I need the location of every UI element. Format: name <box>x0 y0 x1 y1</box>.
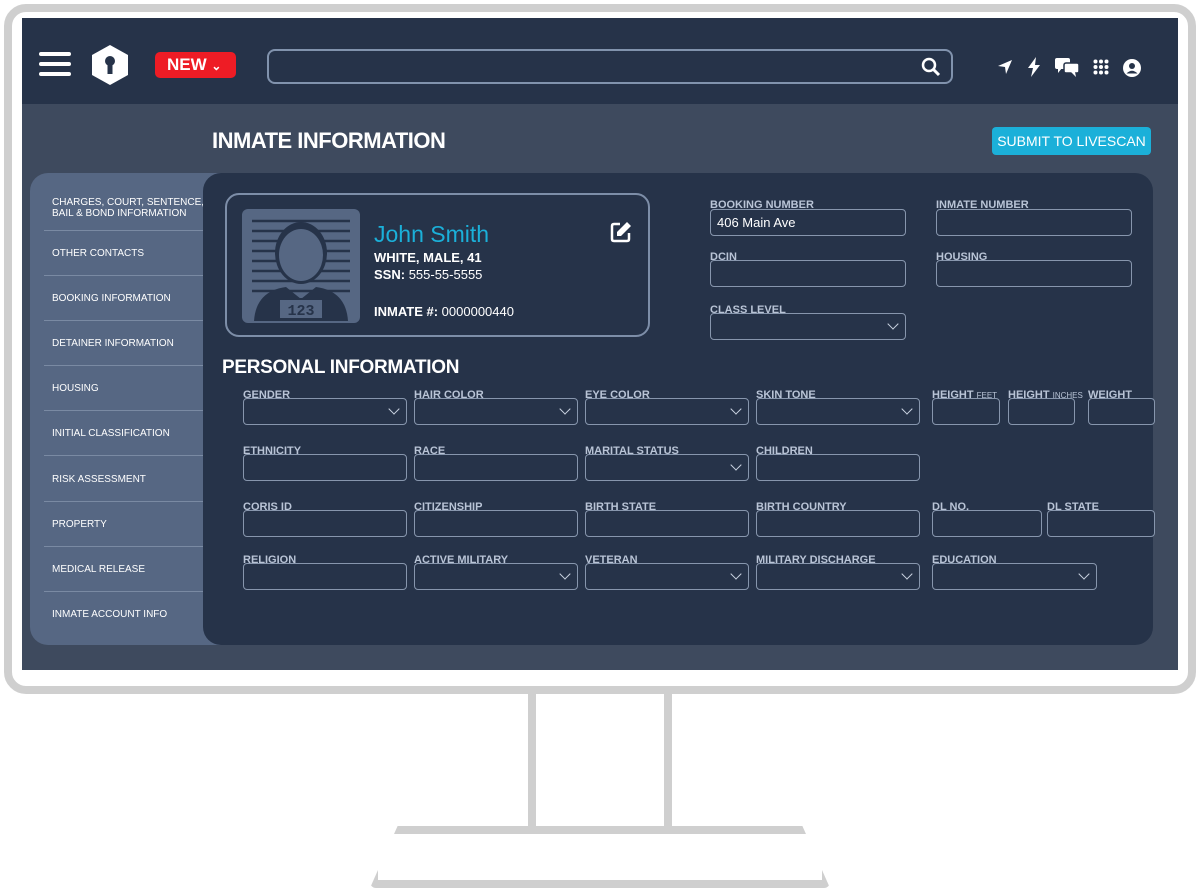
select-hair-color[interactable] <box>414 398 578 425</box>
inmate-demographics: WHITE, MALE, 41 <box>374 250 482 265</box>
sidebar-item[interactable]: DETAINER INFORMATION <box>44 321 206 366</box>
inmate-card: 123 John Smith WHITE, MALE, 41 SSN: 555-… <box>225 193 650 337</box>
select-class-level[interactable] <box>710 313 906 340</box>
input-dcin[interactable] <box>710 260 906 287</box>
placard-number: 123 <box>287 303 314 320</box>
location-arrow-icon[interactable] <box>997 59 1013 75</box>
sidebar: CHARGES, COURT, SENTENCE, BAIL & BOND IN… <box>30 173 230 645</box>
mugshot-icon: 123 <box>252 219 350 321</box>
keyhole-logo-icon[interactable] <box>91 44 129 86</box>
input-birth-state[interactable] <box>585 510 749 537</box>
select-gender[interactable] <box>243 398 407 425</box>
select-military-discharge[interactable] <box>756 563 920 590</box>
chat-icon[interactable] <box>1055 58 1079 77</box>
chevron-down-icon <box>901 403 913 415</box>
edit-icon[interactable] <box>610 221 632 243</box>
sidebar-item[interactable]: HOUSING <box>44 366 206 411</box>
search-icon[interactable] <box>921 57 941 77</box>
chevron-down-icon <box>730 568 742 580</box>
input-dl-no[interactable] <box>932 510 1042 537</box>
input-citizenship[interactable] <box>414 510 578 537</box>
mugshot-placeholder: 123 <box>242 209 360 323</box>
monitor-stand-neck <box>528 694 672 842</box>
input-height[interactable] <box>1008 398 1075 425</box>
select-veteran[interactable] <box>585 563 749 590</box>
chevron-down-icon <box>559 568 571 580</box>
screen: NEW ⌄ INMATE INFORMATION SUBMIT TO LIVES… <box>22 18 1178 670</box>
sidebar-item[interactable]: OTHER CONTACTS <box>44 231 206 276</box>
bolt-icon[interactable] <box>1027 57 1041 77</box>
input-race[interactable] <box>414 454 578 481</box>
user-icon[interactable] <box>1123 59 1141 77</box>
input-coris-id[interactable] <box>243 510 407 537</box>
chevron-down-icon <box>901 568 913 580</box>
chevron-down-icon <box>559 403 571 415</box>
monitor-stand-base <box>370 826 830 888</box>
top-bar: NEW ⌄ <box>22 18 1178 104</box>
select-skin-tone[interactable] <box>756 398 920 425</box>
sidebar-item[interactable]: CHARGES, COURT, SENTENCE, BAIL & BOND IN… <box>44 185 206 231</box>
sidebar-item[interactable]: BOOKING INFORMATION <box>44 276 206 321</box>
select-education[interactable] <box>932 563 1097 590</box>
sidebar-item[interactable]: INMATE ACCOUNT INFO <box>44 592 206 637</box>
input-housing[interactable] <box>936 260 1132 287</box>
input-ethnicity[interactable] <box>243 454 407 481</box>
input-religion[interactable] <box>243 563 407 590</box>
new-label: NEW <box>167 55 207 74</box>
chevron-down-icon <box>388 403 400 415</box>
sidebar-item[interactable]: MEDICAL RELEASE <box>44 547 206 592</box>
chevron-down-icon <box>730 459 742 471</box>
inmate-ssn: SSN: 555-55-5555 <box>374 267 483 282</box>
personal-information-heading: PERSONAL INFORMATION <box>222 357 460 378</box>
select-active-military[interactable] <box>414 563 578 590</box>
sidebar-item[interactable]: INITIAL CLASSIFICATION <box>44 411 206 456</box>
main-panel: 123 John Smith WHITE, MALE, 41 SSN: 555-… <box>203 173 1155 645</box>
input-height[interactable] <box>932 398 1000 425</box>
input-dl-state[interactable] <box>1047 510 1155 537</box>
submit-to-livescan-button[interactable]: SUBMIT TO LIVESCAN <box>992 127 1151 155</box>
input-booking-number[interactable]: 406 Main Ave <box>710 209 906 236</box>
apps-grid-icon[interactable] <box>1093 59 1109 75</box>
input-birth-country[interactable] <box>756 510 920 537</box>
input-inmate-number[interactable] <box>936 209 1132 236</box>
page-title: INMATE INFORMATION <box>212 128 446 153</box>
chevron-down-icon: ⌄ <box>211 59 222 73</box>
menu-icon[interactable] <box>39 52 71 82</box>
select-eye-color[interactable] <box>585 398 749 425</box>
input-weight[interactable] <box>1088 398 1155 425</box>
new-button[interactable]: NEW ⌄ <box>155 52 236 78</box>
inmate-name: John Smith <box>374 221 490 247</box>
select-marital-status[interactable] <box>585 454 749 481</box>
inmate-number: INMATE #: 0000000440 <box>374 304 514 319</box>
input-children[interactable] <box>756 454 920 481</box>
chevron-down-icon <box>730 403 742 415</box>
sidebar-item[interactable]: RISK ASSESSMENT <box>44 457 206 502</box>
chevron-down-icon <box>887 318 899 330</box>
chevron-down-icon <box>1078 568 1090 580</box>
sidebar-item[interactable]: PROPERTY <box>44 502 206 547</box>
search-input[interactable] <box>267 49 953 84</box>
